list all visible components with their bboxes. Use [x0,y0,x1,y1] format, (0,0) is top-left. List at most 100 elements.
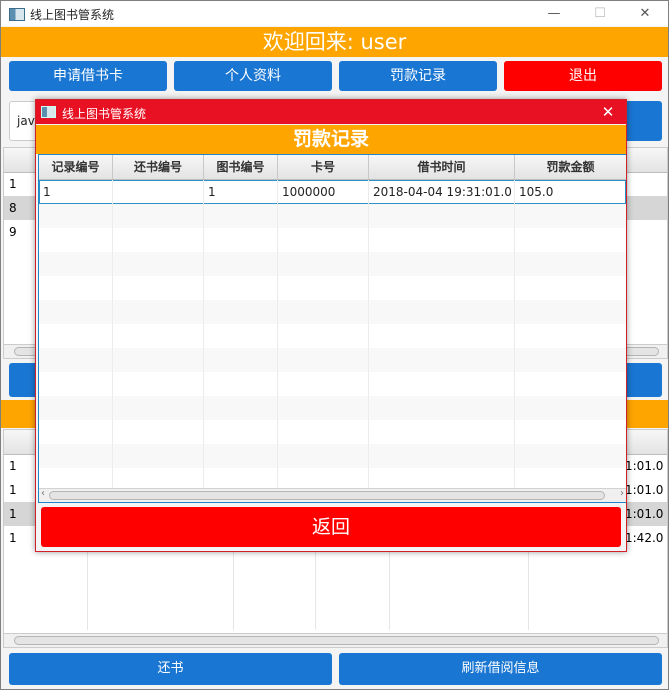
column-divider [277,420,278,444]
table-cell: 1 [9,507,17,521]
close-button[interactable]: ✕ [622,1,668,26]
column-divider [277,252,278,276]
column-divider [368,228,369,252]
scroll-left-icon[interactable]: ‹ [41,488,45,499]
column-divider [112,228,113,252]
column-divider [514,300,515,324]
table-cell: 1 [9,459,17,473]
column-divider [277,300,278,324]
column-divider [112,420,113,444]
column-divider [368,324,369,348]
column-divider [203,420,204,444]
scroll-thumb[interactable] [14,636,659,645]
column-divider [277,444,278,468]
column-divider [112,324,113,348]
column-header-book-id[interactable]: 图书编号 [204,155,278,179]
column-divider [368,276,369,300]
column-header-fine-amount[interactable]: 罚款金额 [515,155,626,179]
profile-button[interactable]: 个人资料 [174,61,332,91]
table-cell: 1 [204,180,278,204]
table-cell: 1:01.0 [625,507,664,521]
empty-table-row [39,252,626,276]
borrow-table-scrollbar[interactable] [4,633,667,647]
return-book-button[interactable]: 还书 [9,653,332,685]
table-cell: 105.0 [519,185,554,199]
column-divider [514,324,515,348]
empty-table-row [39,300,626,324]
fine-table-scrollbar[interactable]: ‹ › [39,488,626,502]
column-divider [368,420,369,444]
column-divider [277,372,278,396]
apply-card-button[interactable]: 申请借书卡 [9,61,167,91]
column-divider [514,444,515,468]
window-title: 线上图书管系统 [30,8,115,22]
table-cell: 9 [9,225,17,239]
column-divider [203,444,204,468]
column-header-card-no[interactable]: 卡号 [278,155,369,179]
column-divider [203,348,204,372]
column-divider [112,300,113,324]
table-row[interactable]: 1 1 1000000 2018-04-04 19:31:01.0 105.0 [39,180,626,204]
column-divider [514,204,515,228]
back-button[interactable]: 返回 [41,507,621,547]
column-divider [112,396,113,420]
table-cell: 1:01.0 [625,483,664,497]
column-header-return-id[interactable]: 还书编号 [113,155,204,179]
fine-records-table: 记录编号 还书编号 图书编号 卡号 借书时间 罚款金额 1 1 1000000 … [38,154,626,503]
column-divider [112,444,113,468]
column-divider [277,324,278,348]
search-button[interactable] [621,101,662,141]
column-divider [277,396,278,420]
table-cell: 1000000 [278,180,369,204]
fine-table-header: 记录编号 还书编号 图书编号 卡号 借书时间 罚款金额 [39,155,626,180]
table-cell: 1:01.0 [625,459,664,473]
refresh-borrow-button[interactable]: 刷新借阅信息 [339,653,662,685]
column-divider [368,396,369,420]
dialog-title: 线上图书管系统 [62,107,147,121]
fines-button[interactable]: 罚款记录 [339,61,497,91]
minimize-button[interactable]: — [531,1,577,26]
app-icon [9,8,25,21]
empty-table-row [39,420,626,444]
column-divider [203,228,204,252]
column-divider [514,252,515,276]
column-divider [203,300,204,324]
column-header-record-id[interactable]: 记录编号 [39,155,113,179]
column-divider [368,444,369,468]
column-divider [203,276,204,300]
welcome-banner: 欢迎回来: user [1,27,668,57]
table-cell: 1 [9,483,17,497]
table-cell: 1 [9,177,17,191]
column-divider [203,324,204,348]
column-divider [203,204,204,228]
column-divider [368,348,369,372]
column-divider [315,550,316,630]
column-divider [203,396,204,420]
column-divider [203,252,204,276]
column-divider [368,204,369,228]
empty-table-row [39,348,626,372]
empty-table-row [39,396,626,420]
column-divider [514,348,515,372]
column-divider [389,550,390,630]
maximize-button[interactable]: ☐ [577,1,623,26]
column-divider [203,372,204,396]
column-divider [87,550,88,630]
dialog-close-button[interactable]: ✕ [596,101,620,123]
table-cell: 1 [9,531,17,545]
empty-table-row [39,324,626,348]
column-divider [368,252,369,276]
dialog-titlebar: 线上图书管系统 ✕ [36,100,626,124]
logout-button[interactable]: 退出 [504,61,662,91]
scroll-right-icon[interactable]: › [620,488,624,499]
dialog-heading: 罚款记录 [36,125,626,154]
column-divider [528,550,529,630]
empty-table-row [39,228,626,252]
column-divider [277,276,278,300]
scroll-thumb[interactable] [49,491,605,500]
column-divider [112,204,113,228]
table-cell: 8 [9,201,17,215]
column-divider [112,348,113,372]
column-divider [112,372,113,396]
column-header-borrow-time[interactable]: 借书时间 [369,155,515,179]
